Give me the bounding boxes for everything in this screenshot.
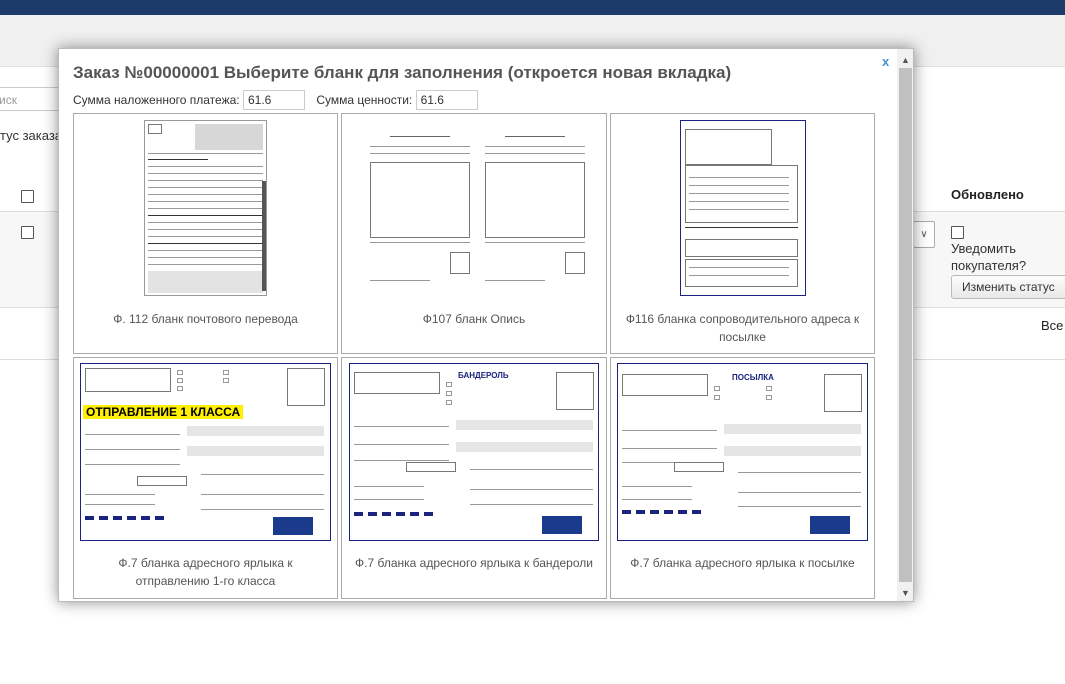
row-checkbox[interactable] [21,226,34,239]
change-status-button[interactable]: Изменить статус [951,275,1065,299]
form-caption: Ф116 бланка сопроводительного адреса к п… [625,312,860,344]
f116-thumbnail [680,120,806,296]
form-select-dialog: Заказ №00000001 Выберите бланк для запол… [58,48,914,602]
first-class-banner: ОТПРАВЛЕНИЕ 1 КЛАССА [83,405,244,419]
russian-post-logo [542,516,582,534]
parcel-heading: ПОСЫЛКА [732,373,774,382]
form-card-f107[interactable]: Ф107 бланк Опись [341,113,607,354]
chevron-down-icon: ∨ [920,229,928,240]
f112-thumbnail [144,120,267,296]
form-card-f7-banderol[interactable]: БАНДЕРОЛЬ Ф.7 бланка адресного ярлыка к … [341,357,607,599]
form-caption: Ф. 112 бланк почтового перевода [113,312,298,326]
notify-customer-checkbox[interactable] [951,226,964,239]
declared-value-label: Сумма ценности: [316,93,413,107]
form-caption: Ф107 бланк Опись [422,312,526,326]
search-placeholder: иск [0,93,17,107]
russian-post-logo [273,517,313,535]
form-card-f7-first-class[interactable]: ОТПРАВЛЕНИЕ 1 КЛАССА Ф.7 бланка адресног… [73,357,338,599]
close-button[interactable]: x [882,54,889,69]
status-select-dropdown[interactable]: ∨ [913,221,935,248]
dialog-title: Заказ №00000001 Выберите бланк для запол… [73,63,732,82]
select-all-checkbox[interactable] [21,190,34,203]
dialog-scrollbar[interactable]: ▲ ▼ [897,49,913,601]
f7-banderol-thumbnail: БАНДЕРОЛЬ [349,363,599,541]
order-status-label: тус заказа [0,128,63,143]
declared-value-field[interactable] [415,90,478,110]
f7-parcel-thumbnail: ПОСЫЛКА [617,363,868,541]
form-caption: Ф.7 бланка адресного ярлыка к бандероли [355,556,593,570]
form-card-f112[interactable]: Ф. 112 бланк почтового перевода [73,113,338,354]
form-caption: Ф.7 бланка адресного ярлыка к отправлени… [118,556,293,588]
f107-thumbnail [360,120,590,292]
scroll-up-arrow-icon[interactable]: ▲ [897,52,913,68]
sums-row: Сумма наложенного платежа: Сумма ценност… [73,90,486,110]
updated-column-header: Обновлено [951,187,1024,202]
f7-first-class-thumbnail: ОТПРАВЛЕНИЕ 1 КЛАССА [80,363,331,541]
notify-customer-label: Уведомить покупателя? [951,241,1027,273]
top-navigation-bar [0,0,1065,15]
form-card-f116[interactable]: Ф116 бланка сопроводительного адреса к п… [610,113,875,354]
scroll-thumb[interactable] [899,68,912,582]
form-card-f7-parcel[interactable]: ПОСЫЛКА Ф.7 бланка адресного ярлыка к по… [610,357,875,599]
cod-amount-field[interactable] [242,90,305,110]
all-label: Все [1041,318,1064,333]
russian-post-logo [810,516,850,534]
scroll-down-arrow-icon[interactable]: ▼ [897,585,913,601]
form-caption: Ф.7 бланка адресного ярлыка к посылке [630,556,855,570]
banderol-heading: БАНДЕРОЛЬ [458,371,509,380]
cod-amount-label: Сумма наложенного платежа: [73,93,240,107]
